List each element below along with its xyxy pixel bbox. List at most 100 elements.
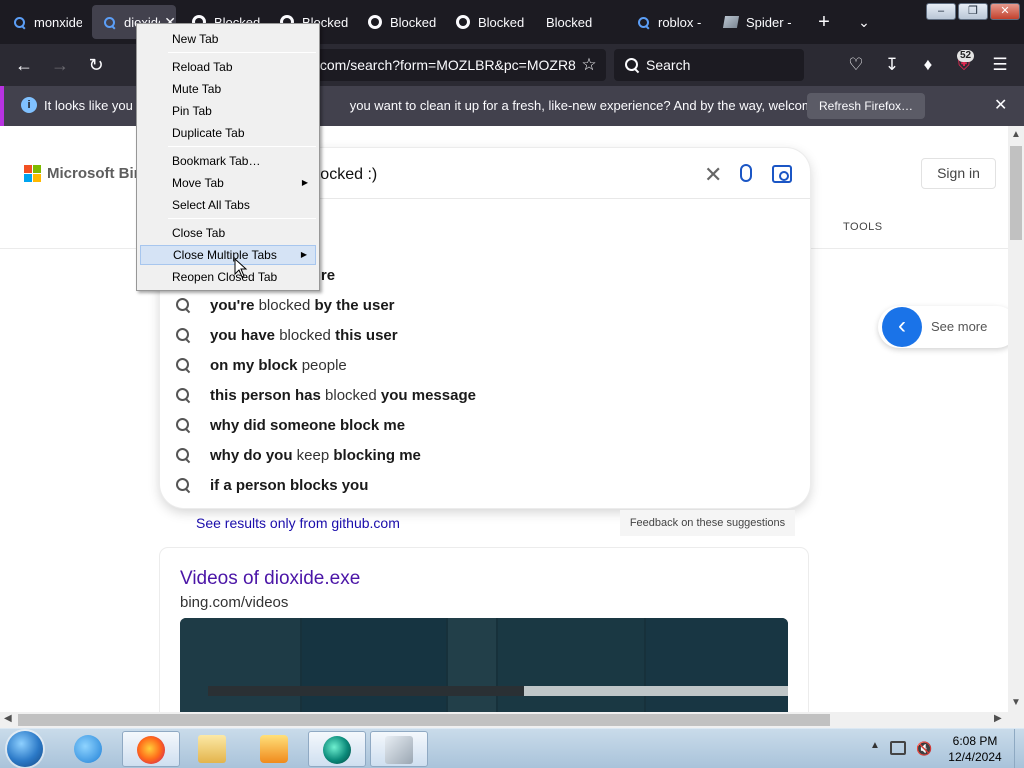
tab-label: monxide (34, 14, 82, 30)
thumbnail-progress-fill (208, 686, 524, 696)
feedback-button[interactable]: Feedback on these suggestions (620, 510, 795, 536)
tab-label: Blocked (478, 14, 525, 30)
suggestion-item[interactable]: why did someone block me (160, 411, 810, 441)
bing-logo[interactable]: Microsoft Bing (24, 165, 152, 182)
network-icon[interactable] (890, 741, 906, 755)
menu-item-mute-tab[interactable]: Mute Tab (140, 79, 316, 99)
taskbar-spider-solitaire[interactable] (370, 731, 428, 767)
thumbnail-band (498, 618, 644, 712)
menu-item-select-all-tabs[interactable]: Select All Tabs (140, 195, 316, 215)
vertical-scrollbar[interactable]: ▲ ▼ (1008, 126, 1024, 712)
forward-arrow-icon[interactable]: → (46, 51, 74, 79)
menu-item-close-tab[interactable]: Close Tab (140, 223, 316, 243)
clear-search-icon[interactable]: ✕ (704, 162, 722, 188)
clock[interactable]: 6:08 PM 12/4/2024 (946, 733, 1004, 765)
hamburger-menu-icon[interactable]: ☰ (986, 51, 1014, 79)
suggestion-part: blocked (320, 387, 381, 404)
tab-roblox[interactable]: roblox - (626, 5, 704, 39)
list-all-tabs-chevron-icon[interactable]: ⌄ (850, 8, 878, 36)
taskbar-internet-explorer[interactable] (60, 731, 118, 767)
taskbar-file-explorer[interactable] (184, 731, 242, 767)
bookmark-star-icon[interactable]: ☆ (575, 51, 603, 79)
suggestion-text: this person has blocked you message (210, 387, 476, 404)
taskbar-app-teal[interactable] (308, 731, 366, 767)
suggestion-bold-part: blocking me (333, 447, 421, 464)
menu-item-pin-tab[interactable]: Pin Tab (140, 101, 316, 121)
menu-item-label: Pin Tab (172, 104, 212, 118)
refresh-firefox-button[interactable]: Refresh Firefox… (807, 93, 926, 119)
suggestion-bold-part: you message (380, 387, 476, 404)
see-more-button[interactable]: ‹ See more (878, 306, 1008, 348)
menu-item-duplicate-tab[interactable]: Duplicate Tab (140, 123, 316, 143)
back-arrow-icon[interactable]: ← (10, 51, 38, 79)
scroll-right-arrow-icon[interactable]: ▶ (994, 713, 1002, 724)
taskbar-firefox[interactable] (122, 731, 180, 767)
suggestion-bold-part: this person has (210, 387, 321, 404)
new-tab-plus-icon[interactable]: + (810, 8, 838, 36)
search-icon (625, 58, 638, 71)
start-button-icon[interactable] (7, 731, 43, 767)
thumbnail-band (302, 618, 446, 712)
sign-in-button[interactable]: Sign in (921, 158, 996, 189)
site-results-link[interactable]: See results only from github.com (196, 515, 400, 531)
menu-item-label: Move Tab (172, 176, 224, 190)
show-hidden-icons-arrow-icon[interactable]: ▲ (870, 740, 880, 751)
video-thumbnail[interactable] (180, 618, 788, 712)
thumbnail-band (448, 618, 496, 712)
suggestion-bold-part: if a person blocks you (210, 477, 369, 494)
menu-item-move-tab[interactable]: Move Tab ▶ (140, 173, 316, 193)
search-bar[interactable]: Search (614, 49, 804, 81)
see-more-label: See more (931, 319, 988, 334)
tab-blocked-3[interactable]: Blocked (358, 5, 444, 39)
suggestion-part: blocked (254, 297, 315, 314)
taskbar-media-player[interactable] (246, 731, 304, 767)
suggestion-item[interactable]: on my block people (160, 351, 810, 381)
tab-monxide[interactable]: monxide (2, 5, 82, 39)
search-icon (176, 418, 189, 431)
restore-window-button[interactable]: ❐ (958, 3, 988, 20)
media-player-icon (260, 735, 288, 763)
submenu-arrow-icon: ▶ (300, 250, 307, 259)
tools-tab[interactable]: TOOLS (843, 221, 883, 233)
extensions-puzzle-icon[interactable]: ♦ (914, 51, 942, 79)
close-notification-icon[interactable]: ✕ (994, 95, 1007, 115)
scroll-down-arrow-icon[interactable]: ▼ (1011, 697, 1021, 708)
downloads-icon[interactable]: ↧ (878, 51, 906, 79)
tab-spider[interactable]: Spider - (714, 5, 798, 39)
volume-muted-icon[interactable]: 🔇 (916, 741, 932, 757)
suggestion-item[interactable]: you have blocked this user (160, 321, 810, 351)
tab-blocked-5[interactable]: Blocked (536, 5, 622, 39)
clock-time: 6:08 PM (952, 734, 998, 748)
close-window-button[interactable]: ✕ (990, 3, 1020, 20)
search-icon (176, 298, 189, 311)
suggestion-item[interactable]: this person has blocked you message (160, 381, 810, 411)
video-title-link[interactable]: Videos of dioxide.exe (180, 568, 360, 590)
suggestion-bold-part: by the user (314, 297, 395, 314)
menu-item-reopen-closed-tab[interactable]: Reopen Closed Tab (140, 267, 316, 287)
menu-item-close-multiple-tabs[interactable]: Close Multiple Tabs ▶ (140, 245, 316, 265)
show-desktop-button[interactable] (1014, 729, 1024, 768)
suggestion-item[interactable]: why do you keep blocking me (160, 441, 810, 471)
suggestion-text: if a person blocks you (210, 477, 368, 494)
reload-icon[interactable]: ↻ (82, 51, 110, 79)
suggestion-item[interactable]: if a person blocks you (160, 471, 810, 501)
search-icon (176, 388, 189, 401)
menu-item-new-tab[interactable]: New Tab (140, 29, 316, 49)
microphone-icon[interactable] (740, 164, 752, 182)
suggestion-text: on my block people (210, 357, 347, 374)
pocket-icon[interactable]: ♡ (842, 51, 870, 79)
tab-blocked-4[interactable]: Blocked (446, 5, 532, 39)
horizontal-scrollbar[interactable]: ◀ ▶ (0, 712, 1008, 728)
menu-item-bookmark-tab[interactable]: Bookmark Tab… (140, 151, 316, 171)
scrollbar-thumb[interactable] (18, 714, 830, 726)
scroll-up-arrow-icon[interactable]: ▲ (1011, 129, 1021, 140)
menu-item-label: Reload Tab (172, 60, 233, 74)
suggestion-item[interactable]: you're blocked by the user (160, 291, 810, 321)
magnifier-icon (12, 15, 26, 29)
visual-search-camera-icon[interactable] (772, 165, 792, 183)
scroll-left-arrow-icon[interactable]: ◀ (4, 713, 12, 724)
scrollbar-thumb[interactable] (1010, 146, 1022, 240)
minimize-window-button[interactable]: – (926, 3, 956, 20)
windows-taskbar: ▲ 🔇 6:08 PM 12/4/2024 (0, 728, 1024, 768)
menu-item-reload-tab[interactable]: Reload Tab (140, 57, 316, 77)
